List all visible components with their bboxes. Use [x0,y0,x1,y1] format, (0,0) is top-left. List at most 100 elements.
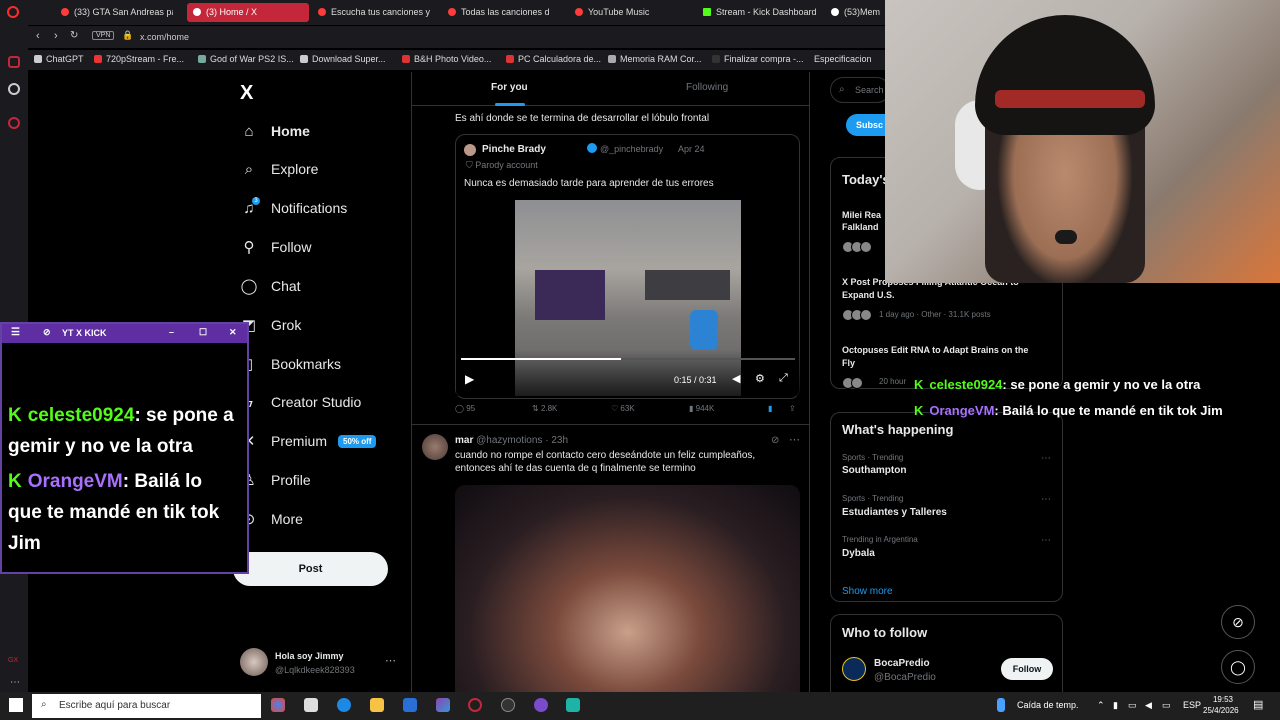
trend-topic[interactable]: Southampton [842,465,906,476]
fullscreen-icon[interactable]: ⤢ [779,372,788,385]
news-title-line2[interactable]: Falkland [842,221,879,233]
account-switcher[interactable]: Hola soy Jimmy @Lqlkdkeek828393 ⋯ [240,648,405,680]
nav-creator-studio[interactable]: ϟCreator Studio [240,387,361,417]
avatar[interactable] [422,434,448,460]
more-icon[interactable]: ⋯ [1041,453,1052,464]
more-icon[interactable]: ⋯ [385,654,396,667]
like-button[interactable]: ♡ 63K [611,404,635,413]
reply-button[interactable]: ◯ 95 [455,404,475,413]
url-field[interactable]: x.com/home [140,32,189,42]
more-icon[interactable]: ⋯ [10,677,20,688]
messenger-icon[interactable] [8,56,20,68]
bookmark-checkout[interactable]: Finalizar compra -... [712,54,804,64]
bookmark-pc-calc[interactable]: PC Calculadora de... [506,54,601,64]
search-input[interactable]: ⌕ Search [830,77,890,103]
maximize-icon[interactable]: ☐ [199,327,207,338]
chrome-icon[interactable] [271,698,285,712]
nav-explore[interactable]: ⌕ Explore [240,154,319,184]
taskbar-search[interactable]: ⌕ Escribe aquí para buscar [32,694,261,718]
grok-icon[interactable]: ⊘ [1221,605,1255,639]
bookmark-720pstream[interactable]: 720pStream - Fre... [94,54,184,64]
tab-tiktok[interactable]: (53)Mem [825,3,885,22]
battery-icon[interactable]: ▭ [1162,700,1171,711]
nav-notifications[interactable]: ♫ 3 Notifications [240,193,347,223]
reload-icon[interactable]: ↻ [70,30,78,41]
windows-start-icon[interactable] [9,698,23,712]
nav-home[interactable]: ⌂ Home [240,116,309,146]
store-icon[interactable] [304,698,318,712]
bookmark-gow[interactable]: God of War PS2 IS... [198,54,294,64]
bookmark-chatgpt[interactable]: ChatGPT [34,54,84,64]
mail-icon[interactable] [403,698,417,712]
share-icon[interactable]: ⇪ [789,404,796,413]
tab-home-x[interactable]: (3) Home / X [187,3,309,22]
gx-icon[interactable]: GX [8,657,18,664]
obs-icon[interactable] [501,698,515,712]
back-icon[interactable]: ‹ [36,30,40,42]
minimize-icon[interactable]: – [169,327,174,337]
nav-follow[interactable]: ⚲ Follow [240,232,312,262]
forward-icon[interactable]: › [54,30,58,42]
opera-gx-icon[interactable] [468,698,482,712]
tab-youtube-music[interactable]: YouTube Music [569,3,687,22]
news-title-line2[interactable]: Fly [842,357,855,369]
grok-icon[interactable]: ⊘ [771,435,779,446]
avatar[interactable] [842,657,866,681]
x-logo-icon[interactable]: X [240,82,253,105]
close-icon[interactable]: ✕ [229,327,237,338]
weather-text[interactable]: Caída de temp. [1017,700,1079,710]
tab-gta[interactable]: (33) GTA San Andreas pa [55,3,173,22]
more-icon[interactable]: ⋯ [789,433,800,446]
opera-logo-icon[interactable] [7,6,19,18]
nav-grok[interactable]: ◩ Grok [240,310,301,340]
network-icon[interactable]: ▭ [1128,700,1137,711]
news-title[interactable]: Milei Rea [842,209,881,221]
trend-topic[interactable]: Estudiantes y Talleres [842,507,947,518]
show-more-link[interactable]: Show more [842,586,893,597]
clock-time[interactable]: 19:53 [1208,695,1238,704]
tab-songs[interactable]: Todas las canciones d [442,3,560,22]
tab-following[interactable]: Following [686,82,728,93]
follow-button[interactable]: Follow [1001,658,1053,680]
app-icon[interactable] [436,698,450,712]
tab-for-you[interactable]: For you [491,82,528,93]
nav-more[interactable]: ⊙More [240,504,303,534]
nav-premium[interactable]: ✕Premium50% off [240,426,377,456]
video-progress-bar[interactable] [461,358,795,360]
nav-bookmarks[interactable]: ▯Bookmarks [240,349,341,379]
suggest-name[interactable]: BocaPredio [874,658,930,669]
chevron-up-icon[interactable]: ⌃ [1097,700,1105,711]
news-title-line2[interactable]: Expand U.S. [842,289,895,301]
language-indicator[interactable]: ESP [1183,700,1201,710]
mic-icon[interactable]: ▮ [1113,700,1118,711]
tweet-media[interactable] [455,485,800,692]
notifications-icon[interactable]: ▤ [1253,698,1263,711]
news-title[interactable]: Octopuses Edit RNA to Adapt Brains on th… [842,344,1062,356]
bookmark-bh[interactable]: B&H Photo Video... [402,54,491,64]
folder-icon[interactable] [370,698,384,712]
bookmark-download[interactable]: Download Super... [300,54,386,64]
views-button[interactable]: ▮ 944K [689,404,714,413]
tab-kick[interactable]: Stream - Kick Dashboard [697,3,822,22]
clock-date[interactable]: 25/4/2026 [1203,706,1239,715]
settings-icon[interactable] [8,83,20,95]
nav-chat[interactable]: ◯ Chat [240,271,301,301]
app-icon[interactable] [534,698,548,712]
more-icon[interactable]: ⋯ [1041,535,1052,546]
play-icon[interactable]: ▶ [465,372,474,386]
edge-icon[interactable] [337,698,351,712]
volume-icon[interactable]: ◀ [1145,700,1152,711]
app-icon[interactable] [566,698,580,712]
bookmark-specs[interactable]: Especificacion [814,54,886,64]
tweet[interactable]: mar @hazymotions · 23h ⊘ ⋯ cuando no rom… [412,424,809,692]
nav-profile[interactable]: ♙Profile [240,465,310,495]
post-button[interactable]: Post [233,552,388,586]
vpn-badge[interactable]: VPN [92,31,115,40]
more-icon[interactable]: ⋯ [1041,494,1052,505]
tab-spotify[interactable]: Escucha tus canciones y [312,3,430,22]
repost-button[interactable]: ⇅ 2.8K [532,404,557,413]
menu-icon[interactable]: ☰ [11,327,20,338]
messages-icon[interactable]: ◯ [1221,650,1255,684]
gear-icon[interactable] [8,117,20,129]
volume-icon[interactable]: ◀ [732,372,740,385]
